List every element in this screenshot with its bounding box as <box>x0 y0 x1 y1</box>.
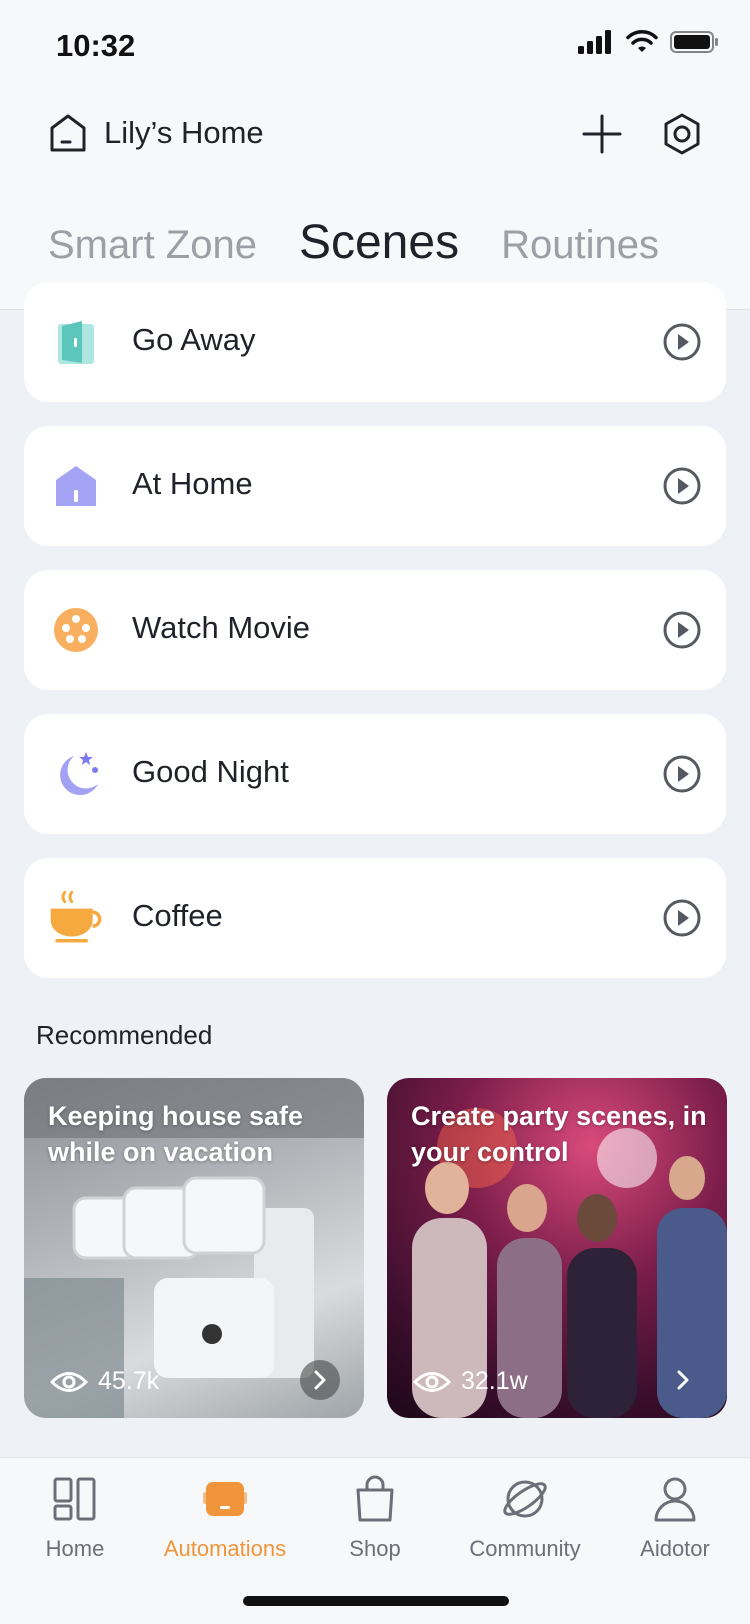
play-icon[interactable] <box>662 610 702 650</box>
dashboard-grid-icon <box>53 1477 96 1521</box>
home-selector[interactable]: Lily’s Home <box>48 112 264 154</box>
home-name: Lily’s Home <box>104 115 264 150</box>
scene-card-at-home[interactable]: At Home <box>24 426 726 546</box>
nav-label: Home <box>45 1536 105 1561</box>
play-icon[interactable] <box>662 898 702 938</box>
tab-smart-zone[interactable]: Smart Zone <box>48 223 257 268</box>
planet-icon <box>503 1480 547 1518</box>
nav-label: Shop <box>349 1536 401 1561</box>
play-icon[interactable] <box>662 322 702 362</box>
recommended-card-party[interactable]: Create party scenes, in your control 32.… <box>387 1078 727 1418</box>
nav-shop[interactable]: Shop <box>300 1474 450 1562</box>
status-time: 10:32 <box>56 28 136 63</box>
nav-automations[interactable]: Automations <box>150 1474 300 1562</box>
tab-routines[interactable]: Routines <box>501 223 659 268</box>
play-icon[interactable] <box>662 466 702 506</box>
house-icon <box>56 466 96 506</box>
recommended-title: Recommended <box>36 1020 213 1050</box>
cellular-signal-icon <box>578 30 611 54</box>
settings-button[interactable] <box>658 110 706 158</box>
moon-stars-icon <box>60 752 98 796</box>
battery-icon <box>670 31 718 53</box>
status-icons <box>578 30 720 54</box>
scene-card-go-away[interactable]: Go Away <box>24 282 726 402</box>
open-card-button[interactable] <box>300 1360 340 1400</box>
scene-tabs: Smart Zone Scenes Routines <box>48 215 659 270</box>
scene-card-good-night[interactable]: Good Night <box>24 714 726 834</box>
status-bar: 10:32 <box>0 0 750 90</box>
nav-aidotor[interactable]: Aidotor <box>600 1474 750 1562</box>
nav-community[interactable]: Community <box>450 1474 600 1562</box>
open-card-button[interactable] <box>663 1360 703 1400</box>
scene-card-watch-movie[interactable]: Watch Movie <box>24 570 726 690</box>
recommended-card-text: Create party scenes, in your control <box>411 1101 707 1167</box>
add-button[interactable] <box>578 110 626 158</box>
view-count: 45.7k <box>50 1367 159 1396</box>
recommended-card-text: Keeping house safe while on vacation <box>48 1101 304 1167</box>
nav-home[interactable]: Home <box>0 1474 150 1562</box>
tab-scenes[interactable]: Scenes <box>299 215 459 270</box>
scene-label: Go Away <box>132 322 256 357</box>
scene-label: At Home <box>132 466 253 501</box>
view-count: 32.1w <box>413 1367 528 1396</box>
automation-box-icon <box>203 1482 247 1516</box>
scene-label: Good Night <box>132 754 289 789</box>
nav-label: Automations <box>163 1536 287 1561</box>
scene-label: Coffee <box>132 898 223 933</box>
chevron-right-icon <box>677 1370 689 1390</box>
play-icon[interactable] <box>662 754 702 794</box>
wifi-icon <box>626 30 658 52</box>
home-indicator[interactable] <box>243 1596 509 1606</box>
view-count-value: 32.1w <box>461 1367 528 1395</box>
chevron-right-icon <box>314 1370 326 1390</box>
eye-icon <box>413 1371 451 1392</box>
scene-label: Watch Movie <box>132 610 311 645</box>
film-reel-icon <box>54 608 98 652</box>
user-profile-icon <box>654 1477 696 1522</box>
door-open-icon <box>58 321 94 364</box>
nav-label: Aidotor <box>640 1536 710 1561</box>
nav-label: Community <box>469 1536 581 1561</box>
settings-gear-icon <box>664 113 700 155</box>
recommended-card-vacation[interactable]: Keeping house safe while on vacation 45.… <box>24 1078 364 1418</box>
home-outline-icon <box>50 114 86 152</box>
plus-icon <box>582 114 622 154</box>
eye-icon <box>50 1371 88 1392</box>
coffee-cup-icon <box>50 890 102 943</box>
shopping-bag-icon <box>356 1475 394 1522</box>
scene-card-coffee[interactable]: Coffee <box>24 858 726 978</box>
header: Lily’s Home Smart Zone Scenes Routines <box>0 90 750 310</box>
view-count-value: 45.7k <box>98 1367 160 1395</box>
